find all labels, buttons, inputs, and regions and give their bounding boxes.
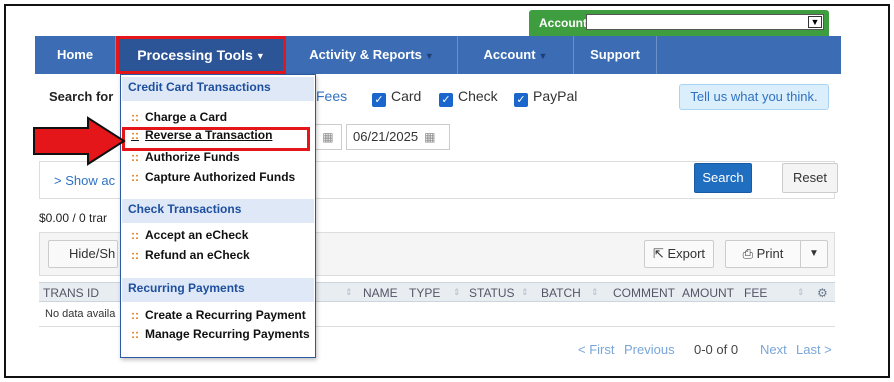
menu-item-accept-echeck[interactable]: :: Accept an eCheck	[131, 228, 248, 242]
check-icon: ✓	[439, 93, 453, 107]
menu-item-charge-card[interactable]: :: Charge a Card	[131, 110, 227, 124]
menu-bullet-icon: ::	[131, 308, 139, 322]
check-icon: ✓	[372, 93, 386, 107]
search-for-label: Search for	[49, 89, 114, 104]
menu-item-label: Charge a Card	[145, 110, 228, 124]
pager-count: 0-0 of 0	[694, 342, 739, 357]
caret-down-icon: ▼	[538, 50, 548, 61]
column-comment[interactable]: COMMENT	[613, 286, 675, 300]
menu-header-check: Check Transactions	[122, 199, 314, 223]
paypal-checkbox[interactable]: ✓ PayPal	[514, 88, 577, 107]
menu-item-label: Accept an eCheck	[145, 228, 249, 242]
calendar-icon: ▦	[424, 130, 436, 144]
paypal-checkbox-label: PayPal	[533, 88, 578, 104]
menu-bullet-icon: ::	[131, 228, 139, 242]
search-button[interactable]: Search	[694, 163, 752, 193]
column-amount[interactable]: AMOUNT	[682, 286, 734, 300]
show-advanced-link[interactable]: > Show ac	[54, 173, 115, 188]
menu-item-label: Refund an eCheck	[145, 248, 250, 262]
account-selector-bar: Account ▼	[529, 10, 829, 36]
menu-header-recurring: Recurring Payments	[122, 278, 314, 302]
nav-support-label: Support	[590, 47, 640, 62]
menu-item-authorize-funds[interactable]: :: Authorize Funds	[131, 150, 240, 164]
card-checkbox[interactable]: ✓ Card	[372, 88, 421, 107]
menu-item-create-recurring[interactable]: :: Create a Recurring Payment	[131, 308, 306, 322]
table-empty-message: No data availa	[45, 308, 116, 320]
menu-header-credit-card: Credit Card Transactions	[122, 77, 314, 101]
export-button[interactable]: ⇱ Export	[644, 240, 714, 268]
sort-icon: ⇕	[521, 287, 529, 297]
check-icon: ✓	[514, 93, 528, 107]
nav-support[interactable]: Support	[574, 36, 657, 74]
sort-icon: ⇕	[591, 287, 599, 297]
calendar-icon: ▦	[322, 130, 334, 144]
nav-account[interactable]: Account ▼	[458, 36, 574, 74]
sort-icon: ⇕	[797, 287, 805, 297]
menu-item-capture-funds[interactable]: :: Capture Authorized Funds	[131, 170, 295, 184]
menu-item-label: Capture Authorized Funds	[145, 170, 296, 184]
print-button[interactable]: ⎙ Print	[725, 240, 801, 268]
caret-down-icon: ▼	[424, 50, 434, 61]
app-frame: Account ▼ Home Processing Tools ▼ Activit…	[4, 4, 890, 378]
menu-bullet-icon: ::	[131, 170, 139, 184]
hide-show-columns-button[interactable]: Hide/Sh	[48, 240, 118, 268]
nav-activity-reports-label: Activity & Reports	[309, 47, 422, 62]
sort-icon: ⇕	[453, 287, 461, 297]
print-label: Print	[756, 246, 784, 261]
pager-next[interactable]: Next	[760, 342, 787, 357]
feedback-button[interactable]: Tell us what you think.	[679, 84, 829, 110]
nav-home-label: Home	[56, 47, 94, 62]
check-checkbox-label: Check	[458, 88, 498, 104]
menu-bullet-icon: ::	[131, 110, 139, 124]
fees-link[interactable]: Fees	[316, 88, 347, 104]
menu-item-label: Create a Recurring Payment	[145, 308, 306, 322]
column-status[interactable]: STATUS	[469, 286, 515, 300]
highlight-box	[122, 127, 310, 151]
nav-activity-reports[interactable]: Activity & Reports ▼	[286, 36, 458, 74]
settings-gear-icon[interactable]: ⚙	[817, 286, 828, 300]
check-checkbox[interactable]: ✓ Check	[439, 88, 498, 107]
red-arrow-icon	[33, 116, 126, 166]
account-selector-label: Account	[539, 16, 587, 30]
nav-home[interactable]: Home	[35, 36, 116, 74]
date-to-field[interactable]: 06/21/2025 ▦	[346, 124, 450, 150]
nav-processing-tools-label: Processing Tools	[137, 47, 253, 63]
reset-button[interactable]: Reset	[782, 163, 838, 193]
card-checkbox-label: Card	[391, 88, 422, 104]
pager-last[interactable]: Last >	[796, 342, 832, 357]
export-label: Export	[667, 246, 706, 261]
nav-account-label: Account	[483, 47, 536, 62]
menu-bullet-icon: ::	[131, 327, 139, 341]
menu-bullet-icon: ::	[131, 150, 139, 164]
caret-down-icon: ▼	[809, 248, 819, 259]
pager-first[interactable]: < First	[578, 342, 614, 357]
nav-processing-tools[interactable]: Processing Tools ▼	[116, 36, 286, 74]
totals-summary: $0.00 / 0 trar	[39, 211, 108, 225]
export-icon: ⇱	[652, 246, 668, 261]
column-name[interactable]: NAME	[363, 286, 398, 300]
date-to-value: 06/21/2025	[353, 129, 419, 144]
print-options-dropdown[interactable]: ▼	[800, 240, 828, 268]
printer-icon: ⎙	[742, 246, 757, 261]
menu-item-label: Authorize Funds	[145, 150, 240, 164]
caret-down-icon: ▼	[255, 51, 265, 62]
column-type[interactable]: TYPE	[409, 286, 440, 300]
chevron-down-icon: ▼	[808, 16, 822, 28]
main-nav: Home Processing Tools ▼ Activity & Report…	[35, 36, 841, 74]
column-fee[interactable]: FEE	[744, 286, 767, 300]
column-batch[interactable]: BATCH	[541, 286, 581, 300]
account-select[interactable]: ▼	[586, 14, 824, 30]
menu-item-label: Manage Recurring Payments	[145, 327, 310, 341]
menu-bullet-icon: ::	[131, 248, 139, 262]
menu-item-refund-echeck[interactable]: :: Refund an eCheck	[131, 248, 250, 262]
menu-item-manage-recurring[interactable]: :: Manage Recurring Payments	[131, 327, 310, 341]
sort-icon: ⇕	[345, 287, 353, 297]
pager-previous[interactable]: Previous	[624, 342, 675, 357]
column-trans-id[interactable]: TRANS ID	[43, 286, 99, 300]
processing-tools-menu: Credit Card Transactions :: Charge a Card…	[120, 74, 316, 358]
